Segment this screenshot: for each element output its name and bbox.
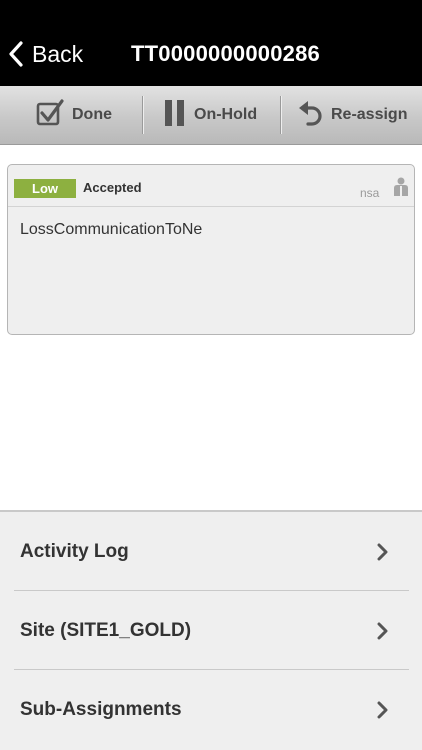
site-row[interactable]: Site (SITE1_GOLD)	[14, 590, 409, 669]
toolbar-divider	[280, 96, 282, 134]
on-hold-label: On-Hold	[194, 106, 258, 123]
checkbox-checked-icon	[36, 98, 64, 133]
detail-links-list: Activity Log Site (SITE1_GOLD) Sub-Assig…	[0, 510, 422, 750]
chevron-left-icon	[8, 40, 24, 68]
reassign-button[interactable]: Re-assign	[297, 86, 407, 144]
ticket-card: Low Accepted nsa LossCommunicationToNe	[7, 164, 415, 335]
row-label: Sub-Assignments	[20, 699, 182, 720]
pause-icon	[164, 99, 186, 132]
ticket-card-header: Low Accepted nsa	[8, 165, 414, 207]
row-label: Activity Log	[20, 541, 129, 562]
status-text: Accepted	[83, 180, 142, 195]
back-label: Back	[32, 40, 84, 67]
chevron-right-icon	[377, 701, 389, 724]
done-button[interactable]: Done	[36, 86, 112, 144]
activity-log-row[interactable]: Activity Log	[14, 512, 409, 590]
chevron-right-icon	[377, 543, 389, 566]
navigation-bar: Back TT0000000000286	[0, 0, 422, 86]
on-hold-button[interactable]: On-Hold	[164, 86, 257, 144]
action-toolbar: Done On-Hold Re-assign	[0, 86, 422, 145]
reassign-label: Re-assign	[331, 106, 408, 123]
ticket-description: LossCommunicationToNe	[20, 221, 203, 238]
priority-badge: Low	[14, 179, 76, 198]
nsa-tag: nsa	[360, 186, 380, 200]
undo-arrow-icon	[297, 99, 323, 132]
done-label: Done	[72, 106, 112, 123]
toolbar-divider	[142, 96, 144, 134]
chevron-right-icon	[377, 622, 389, 645]
row-label: Site (SITE1_GOLD)	[20, 620, 192, 641]
sub-assignments-row[interactable]: Sub-Assignments	[14, 669, 409, 748]
page-title: TT0000000000286	[131, 41, 320, 66]
person-icon	[393, 177, 409, 202]
back-button[interactable]: Back	[8, 34, 83, 74]
